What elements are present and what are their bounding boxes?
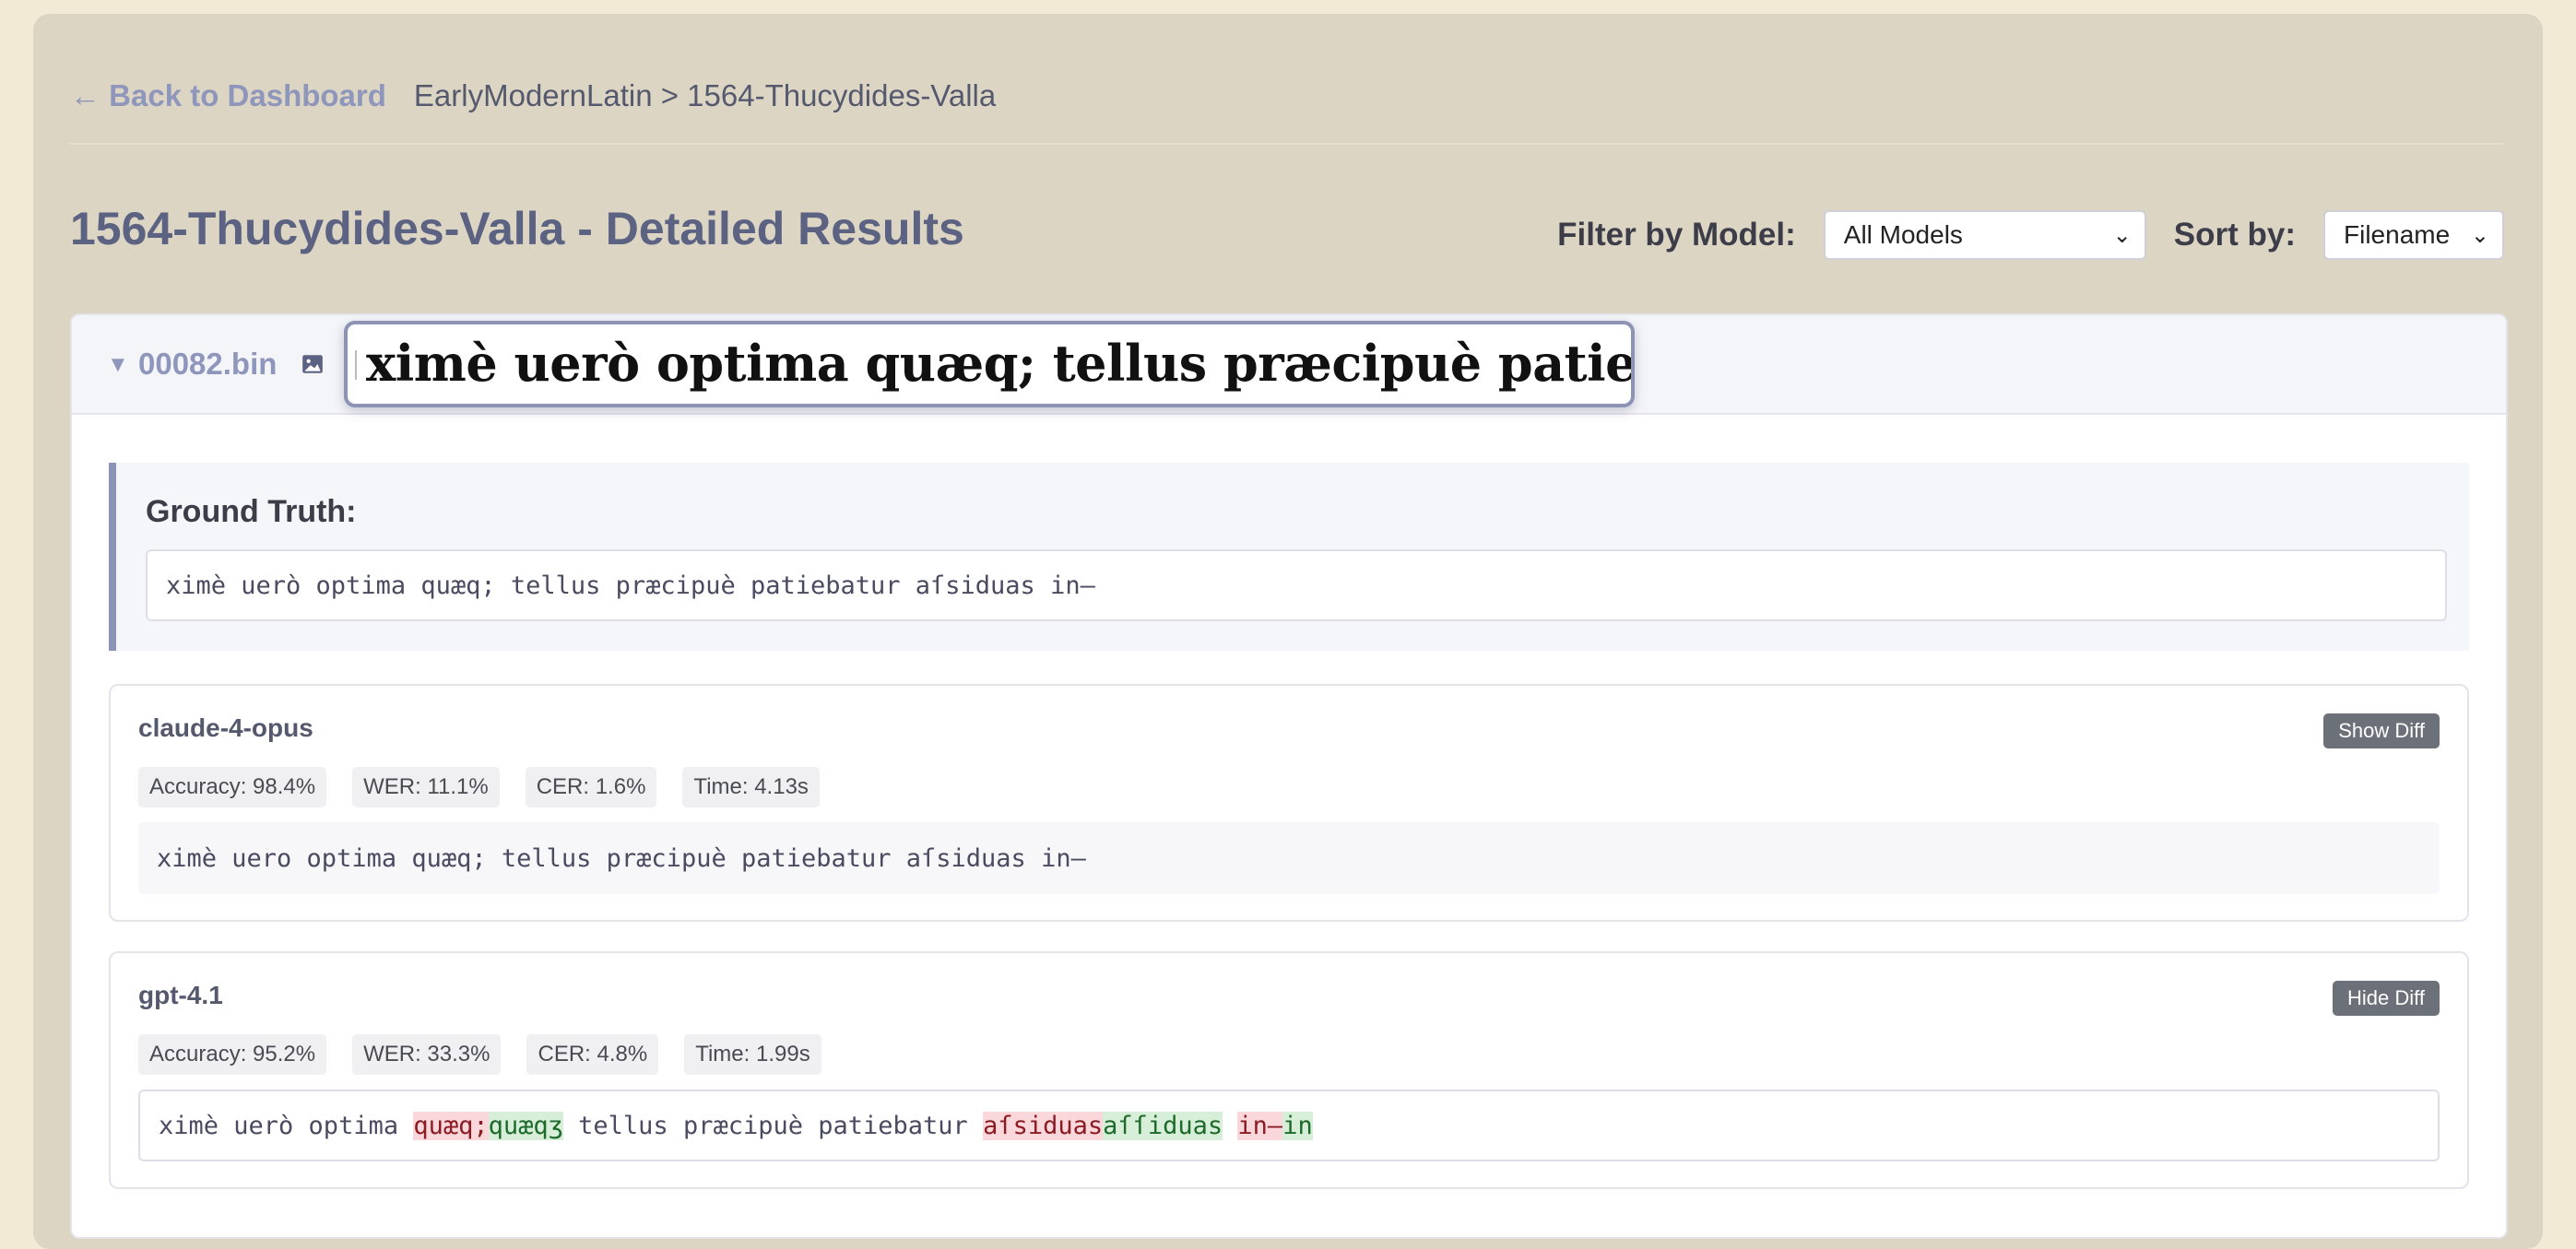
model-result-card: claude-4-opus Show Diff Accuracy: 98.4% …: [109, 684, 2469, 922]
wer-badge: WER: 33.3%: [352, 1034, 502, 1075]
metrics-row: Accuracy: 98.4% WER: 11.1% CER: 1.6% Tim…: [138, 767, 845, 807]
sort-by-label: Sort by:: [2173, 217, 2296, 253]
diff-deleted: quæq;: [413, 1111, 489, 1140]
diff-inserted: aſſiduas: [1103, 1111, 1223, 1140]
image-icon[interactable]: [301, 352, 325, 376]
cer-badge: CER: 1.6%: [525, 767, 657, 807]
diff-inserted: quæqʒ: [488, 1111, 563, 1140]
wer-badge: WER: 11.1%: [352, 767, 500, 807]
back-to-dashboard-link[interactable]: ← Back to Dashboard: [70, 78, 386, 113]
diff-inserted: in: [1282, 1111, 1313, 1140]
diff-deleted: in—: [1237, 1111, 1283, 1140]
image-edge-mark: [355, 350, 357, 380]
model-name: gpt-4.1: [138, 981, 223, 1009]
chevron-down-icon: ⌄: [2112, 222, 2132, 248]
ground-truth-text: ximè uerò optima quæq; tellus præcipuè p…: [166, 571, 1095, 600]
model-name: claude-4-opus: [138, 713, 313, 742]
file-card-header[interactable]: ▼ 00082.bin ximè uerò optima quæq; tellu…: [72, 315, 2506, 415]
diff-deleted: aſsiduas: [983, 1111, 1104, 1140]
ground-truth-section: Ground Truth: ximè uerò optima quæq; tel…: [109, 463, 2469, 651]
filter-model-label: Filter by Model:: [1557, 217, 1796, 253]
model-filter-select[interactable]: All Models ⌄: [1823, 210, 2146, 260]
sort-value: Filename: [2344, 220, 2451, 249]
top-navigation: ← Back to Dashboard EarlyModernLatin > 1…: [70, 69, 2504, 145]
time-badge: Time: 1.99s: [684, 1034, 821, 1075]
cer-badge: CER: 4.8%: [526, 1034, 659, 1075]
file-name: 00082.bin: [138, 347, 278, 381]
breadcrumb: EarlyModernLatin > 1564-Thucydides-Valla: [413, 78, 997, 112]
filter-controls: Filter by Model: All Models ⌄ Sort by: F…: [1557, 210, 2504, 260]
main-panel: ← Back to Dashboard EarlyModernLatin > 1…: [33, 14, 2543, 1249]
accuracy-badge: Accuracy: 98.4%: [138, 767, 327, 807]
line-image-preview: ximè uerò optima quæq; tellus præcipuè p…: [344, 321, 1635, 407]
model-result-card: gpt-4.1 Hide Diff Accuracy: 95.2% WER: 3…: [109, 951, 2469, 1189]
ground-truth-label: Ground Truth:: [146, 494, 357, 529]
diff-output-box: ximè uerò optima quæq;quæqʒ tellus præci…: [138, 1090, 2440, 1161]
show-diff-button[interactable]: Show Diff: [2323, 713, 2440, 748]
metrics-row: Accuracy: 95.2% WER: 33.3% CER: 4.8% Tim…: [138, 1034, 847, 1075]
hide-diff-button[interactable]: Hide Diff: [2333, 981, 2440, 1016]
page-title: 1564-Thucydides-Valla - Detailed Results: [70, 203, 964, 254]
ground-truth-text-box: ximè uerò optima quæq; tellus præcipuè p…: [146, 549, 2447, 621]
chevron-down-icon: ⌄: [2470, 222, 2489, 248]
diff-same: [1223, 1112, 1237, 1140]
file-result-card: ▼ 00082.bin ximè uerò optima quæq; tellu…: [70, 313, 2508, 1239]
collapse-triangle-icon[interactable]: ▼: [107, 352, 129, 378]
line-image-text: ximè uerò optima quæq; tellus præcipuè p…: [366, 334, 1635, 393]
diff-same: tellus præcipuè patiebatur: [562, 1111, 984, 1140]
sort-select[interactable]: Filename ⌄: [2323, 210, 2504, 260]
model-output-text: ximè uero optima quæq; tellus præcipuè p…: [157, 843, 1086, 873]
accuracy-badge: Accuracy: 95.2%: [138, 1034, 327, 1075]
diff-output-text: ximè uerò optima quæq;quæqʒ tellus præci…: [159, 1111, 1313, 1140]
model-output-box: ximè uero optima quæq; tellus præcipuè p…: [138, 822, 2440, 894]
diff-same: ximè uerò optima: [159, 1111, 414, 1140]
model-filter-value: All Models: [1843, 220, 1963, 249]
time-badge: Time: 4.13s: [682, 767, 820, 807]
